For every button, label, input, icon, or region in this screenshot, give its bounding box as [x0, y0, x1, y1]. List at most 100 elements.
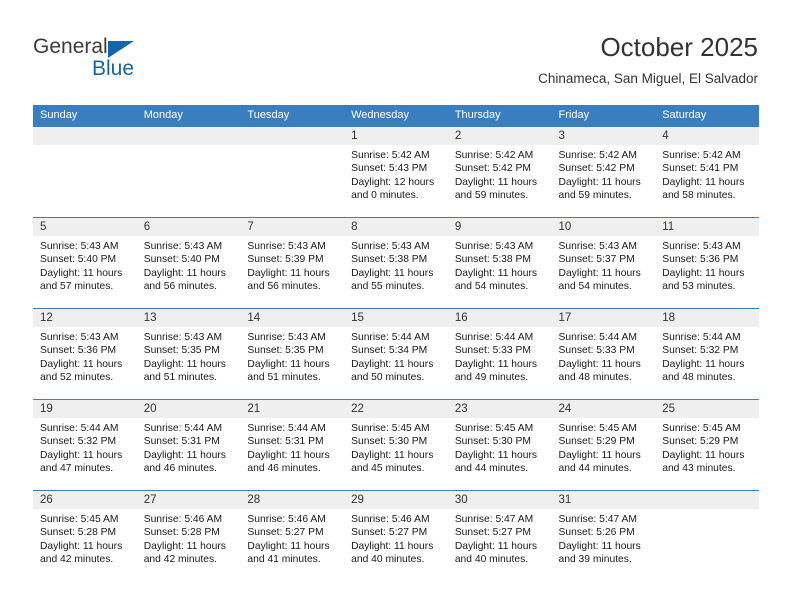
calendar-day-cell[interactable]: 5 Sunrise: 5:43 AM Sunset: 5:40 PM Daylight… [33, 217, 137, 309]
calendar-day-cell[interactable]: 17 Sunrise: 5:44 AM Sunset: 5:33 PM Dayligh… [551, 308, 656, 400]
daylight-duration-line1: Daylight: 11 hours [454, 358, 538, 370]
day-number: 7 [240, 218, 345, 236]
daylight-duration-line1: Daylight: 11 hours [40, 267, 123, 279]
calendar-day-cell[interactable]: 21 Sunrise: 5:44 AM Sunset: 5:31 PM Dayligh… [240, 399, 345, 491]
day-cell-content: 19 Sunrise: 5:44 AM Sunset: 5:32 PM Dayligh… [33, 400, 137, 490]
day-number: 12 [33, 309, 137, 327]
daylight-duration-line2: and 43 minutes. [662, 463, 736, 475]
day-sun-info: Sunrise: 5:47 AM Sunset: 5:27 PM Daylight:… [448, 509, 552, 567]
calendar-day-cell[interactable]: 10 Sunrise: 5:43 AM Sunset: 5:37 PM Dayligh… [551, 217, 656, 309]
sunrise-time: Sunrise: 5:43 AM [143, 241, 223, 252]
sunrise-time: Sunrise: 5:45 AM [40, 514, 119, 525]
calendar-day-cell[interactable]: 12 Sunrise: 5:43 AM Sunset: 5:36 PM Dayligh… [33, 308, 137, 400]
calendar-day-cell[interactable]: 6 Sunrise: 5:43 AM Sunset: 5:40 PM Daylight… [136, 217, 241, 309]
sunset-time: Sunset: 5:26 PM [558, 527, 635, 539]
daylight-duration-line2: and 0 minutes. [351, 190, 419, 202]
calendar-page: General Blue October 2025 Chinameca, San… [0, 0, 792, 612]
calendar-day-cell[interactable]: 28 Sunrise: 5:46 AM Sunset: 5:27 PM Dayligh… [240, 490, 345, 581]
daylight-duration-line1: Daylight: 11 hours [454, 176, 538, 188]
daylight-duration-line2: and 48 minutes. [662, 372, 736, 384]
day-cell-content: 18 Sunrise: 5:44 AM Sunset: 5:32 PM Dayligh… [655, 309, 759, 399]
daylight-duration-line2: and 39 minutes. [558, 554, 632, 566]
day-sun-info: Sunrise: 5:44 AM Sunset: 5:32 PM Daylight:… [655, 327, 759, 385]
daylight-duration-line2: and 40 minutes. [454, 554, 529, 566]
day-number: 15 [344, 309, 448, 327]
day-number: 31 [551, 491, 656, 509]
day-cell-content: 12 Sunrise: 5:43 AM Sunset: 5:36 PM Dayligh… [33, 309, 137, 399]
day-number: 17 [551, 309, 656, 327]
day-sun-info: Sunrise: 5:46 AM Sunset: 5:28 PM Daylight:… [137, 509, 241, 567]
calendar-day-cell[interactable]: 26 Sunrise: 5:45 AM Sunset: 5:28 PM Dayligh… [33, 490, 137, 581]
calendar-day-cell[interactable]: 2 Sunrise: 5:42 AM Sunset: 5:42 PM Daylight… [447, 126, 552, 218]
calendar-day-cell[interactable]: 14 Sunrise: 5:43 AM Sunset: 5:35 PM Dayligh… [240, 308, 345, 400]
calendar-day-cell-empty [33, 126, 137, 218]
calendar-day-cell[interactable]: 30 Sunrise: 5:47 AM Sunset: 5:27 PM Dayligh… [447, 490, 552, 581]
day-number: 5 [33, 218, 137, 236]
calendar-day-cell[interactable]: 25 Sunrise: 5:45 AM Sunset: 5:29 PM Dayligh… [655, 399, 759, 491]
sunrise-time: Sunrise: 5:46 AM [351, 514, 430, 525]
calendar-week-row: 26 Sunrise: 5:45 AM Sunset: 5:28 PM Dayligh… [33, 490, 759, 581]
day-number: 19 [33, 400, 137, 418]
day-cell-content [655, 491, 759, 581]
calendar-day-cell[interactable]: 24 Sunrise: 5:45 AM Sunset: 5:29 PM Dayligh… [551, 399, 656, 491]
page-header: General Blue October 2025 Chinameca, San… [0, 0, 792, 100]
daylight-duration-line1: Daylight: 11 hours [40, 540, 123, 552]
day-cell-content: 22 Sunrise: 5:45 AM Sunset: 5:30 PM Dayligh… [344, 400, 448, 490]
calendar-day-cell[interactable]: 31 Sunrise: 5:47 AM Sunset: 5:26 PM Dayligh… [551, 490, 656, 581]
sunset-time: Sunset: 5:36 PM [40, 345, 117, 357]
calendar-day-cell[interactable]: 15 Sunrise: 5:44 AM Sunset: 5:34 PM Dayligh… [344, 308, 448, 400]
daylight-duration-line2: and 59 minutes. [454, 190, 529, 202]
calendar-day-cell[interactable]: 27 Sunrise: 5:46 AM Sunset: 5:28 PM Dayligh… [136, 490, 241, 581]
calendar-day-cell[interactable]: 13 Sunrise: 5:43 AM Sunset: 5:35 PM Dayligh… [136, 308, 241, 400]
weekday-header-wednesday: Wednesday [344, 105, 448, 127]
day-number: 28 [240, 491, 345, 509]
calendar-week-row: 12 Sunrise: 5:43 AM Sunset: 5:36 PM Dayligh… [33, 308, 759, 400]
daylight-duration-line1: Daylight: 11 hours [662, 449, 745, 461]
sunrise-time: Sunrise: 5:44 AM [558, 332, 637, 343]
day-number: 26 [33, 491, 137, 509]
day-sun-info: Sunrise: 5:42 AM Sunset: 5:42 PM Daylight:… [448, 145, 552, 203]
calendar-day-cell[interactable]: 3 Sunrise: 5:42 AM Sunset: 5:42 PM Daylight… [551, 126, 656, 218]
logo-triangle-icon [108, 41, 134, 58]
calendar-day-cell[interactable]: 29 Sunrise: 5:46 AM Sunset: 5:27 PM Dayligh… [344, 490, 448, 581]
sunrise-time: Sunrise: 5:45 AM [558, 423, 637, 434]
calendar-day-cell[interactable]: 1 Sunrise: 5:42 AM Sunset: 5:43 PM Daylight… [344, 126, 448, 218]
calendar-day-cell[interactable]: 23 Sunrise: 5:45 AM Sunset: 5:30 PM Dayligh… [447, 399, 552, 491]
day-sun-info: Sunrise: 5:46 AM Sunset: 5:27 PM Daylight:… [344, 509, 448, 567]
calendar-day-cell[interactable]: 20 Sunrise: 5:44 AM Sunset: 5:31 PM Dayligh… [136, 399, 241, 491]
calendar-day-cell[interactable]: 9 Sunrise: 5:43 AM Sunset: 5:38 PM Daylight… [447, 217, 552, 309]
daylight-duration-line1: Daylight: 11 hours [40, 449, 123, 461]
day-sun-info: Sunrise: 5:44 AM Sunset: 5:31 PM Daylight:… [240, 418, 344, 476]
page-subtitle: Chinameca, San Miguel, El Salvador [538, 71, 758, 86]
day-number: 18 [655, 309, 759, 327]
sunrise-time: Sunrise: 5:43 AM [558, 241, 637, 252]
day-sun-info: Sunrise: 5:46 AM Sunset: 5:27 PM Daylight:… [240, 509, 344, 567]
weekday-header-sunday: Sunday [33, 105, 137, 127]
calendar-day-cell[interactable]: 19 Sunrise: 5:44 AM Sunset: 5:32 PM Dayligh… [33, 399, 137, 491]
calendar-day-cell[interactable]: 11 Sunrise: 5:43 AM Sunset: 5:36 PM Dayligh… [655, 217, 759, 309]
calendar-day-cell[interactable]: 22 Sunrise: 5:45 AM Sunset: 5:30 PM Dayligh… [344, 399, 448, 491]
calendar-day-cell[interactable]: 16 Sunrise: 5:44 AM Sunset: 5:33 PM Dayligh… [447, 308, 552, 400]
calendar-day-cell[interactable]: 8 Sunrise: 5:43 AM Sunset: 5:38 PM Daylight… [344, 217, 448, 309]
day-cell-content: 27 Sunrise: 5:46 AM Sunset: 5:28 PM Dayligh… [136, 491, 241, 581]
sunrise-time: Sunrise: 5:44 AM [351, 332, 430, 343]
calendar-day-cell[interactable]: 7 Sunrise: 5:43 AM Sunset: 5:39 PM Daylight… [240, 217, 345, 309]
daylight-duration-line1: Daylight: 11 hours [351, 449, 434, 461]
daylight-duration-line2: and 50 minutes. [351, 372, 425, 384]
daylight-duration-line2: and 45 minutes. [351, 463, 425, 475]
calendar-day-cell[interactable]: 18 Sunrise: 5:44 AM Sunset: 5:32 PM Dayligh… [655, 308, 759, 400]
calendar-day-cell[interactable]: 4 Sunrise: 5:42 AM Sunset: 5:41 PM Daylight… [655, 126, 759, 218]
sunset-time: Sunset: 5:35 PM [143, 345, 220, 357]
day-sun-info: Sunrise: 5:45 AM Sunset: 5:29 PM Daylight:… [552, 418, 656, 476]
daylight-duration-line2: and 41 minutes. [247, 554, 321, 566]
daylight-duration-line2: and 40 minutes. [351, 554, 425, 566]
day-number: 6 [136, 218, 241, 236]
sunset-time: Sunset: 5:37 PM [558, 254, 635, 266]
daylight-duration-line1: Daylight: 11 hours [247, 540, 330, 552]
sunrise-time: Sunrise: 5:44 AM [40, 423, 119, 434]
day-sun-info: Sunrise: 5:43 AM Sunset: 5:36 PM Daylight:… [33, 327, 137, 385]
sunset-time: Sunset: 5:40 PM [40, 254, 117, 266]
sunset-time: Sunset: 5:33 PM [558, 345, 635, 357]
day-cell-content: 20 Sunrise: 5:44 AM Sunset: 5:31 PM Dayligh… [136, 400, 241, 490]
day-number: 4 [655, 127, 759, 145]
